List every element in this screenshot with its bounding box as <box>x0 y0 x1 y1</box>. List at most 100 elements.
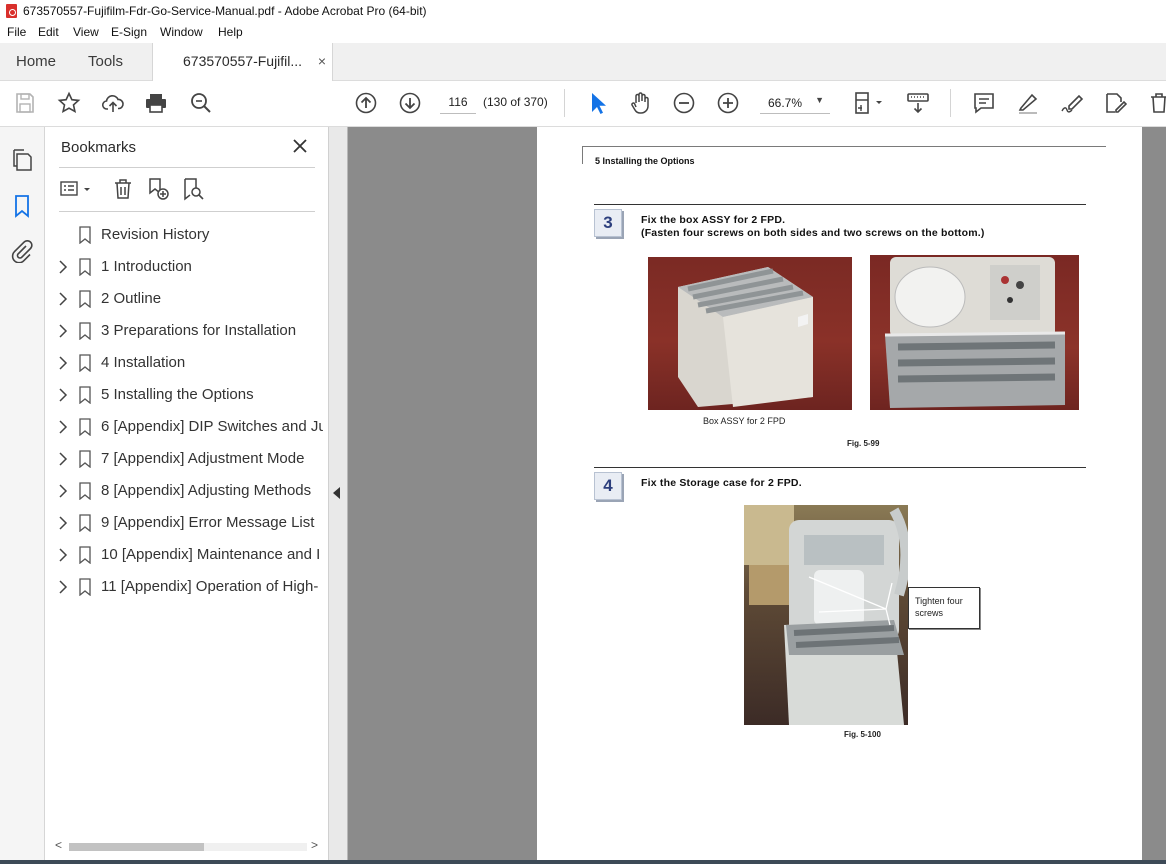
figure-label-5-100: Fig. 5-100 <box>844 730 881 739</box>
attachments-icon[interactable] <box>10 239 34 264</box>
step-3-title: Fix the box ASSY for 2 FPD. <box>641 214 786 226</box>
storage-case-photo <box>744 505 908 725</box>
bookmark-item[interactable]: 9 [Appendix] Error Message List <box>45 508 328 538</box>
step-rule <box>594 467 1086 468</box>
chevron-right-icon[interactable] <box>57 452 69 466</box>
bookmark-item[interactable]: 4 Installation <box>45 348 328 378</box>
scroll-right-icon[interactable]: > <box>311 838 318 852</box>
chevron-right-icon[interactable] <box>57 356 69 370</box>
bookmark-icon <box>78 450 92 469</box>
bookmark-item[interactable]: 10 [Appendix] Maintenance and I <box>45 540 328 570</box>
chevron-right-icon[interactable] <box>57 580 69 594</box>
menu-help[interactable]: Help <box>218 25 243 39</box>
bookmark-icon <box>78 546 92 565</box>
navigation-rail <box>0 127 45 864</box>
bookmark-icon <box>78 322 92 341</box>
step-3-subtitle: (Fasten four screws on both sides and tw… <box>641 227 985 239</box>
chevron-right-icon[interactable] <box>57 260 69 274</box>
bookmark-item[interactable]: 5 Installing the Options <box>45 380 328 410</box>
chevron-right-icon[interactable] <box>57 292 69 306</box>
bookmark-label: 4 Installation <box>101 354 186 371</box>
bookmark-icon <box>78 354 92 373</box>
select-cursor-icon[interactable] <box>585 90 611 116</box>
toolbar-divider <box>564 89 565 117</box>
zoom-out-icon[interactable] <box>671 90 697 116</box>
comment-icon[interactable] <box>971 90 997 116</box>
scrolling-mode-icon[interactable] <box>905 90 931 116</box>
print-icon[interactable] <box>143 90 169 116</box>
bookmark-label: 5 Installing the Options <box>101 386 254 403</box>
highlight-pen-icon[interactable] <box>1015 90 1041 116</box>
bookmark-item[interactable]: 2 Outline <box>45 284 328 314</box>
zoom-value: 66.7% <box>768 96 803 110</box>
step-4-badge: 4 <box>594 472 622 500</box>
header-rule-left <box>582 146 583 164</box>
open-case-photo <box>870 255 1079 410</box>
bookmark-item[interactable]: 3 Preparations for Installation <box>45 316 328 346</box>
menu-edit[interactable]: Edit <box>38 25 59 39</box>
page-thumbnails-icon[interactable] <box>10 148 34 172</box>
star-icon[interactable] <box>56 90 82 116</box>
bookmark-item[interactable]: 11 [Appendix] Operation of High- <box>45 572 328 602</box>
panel-divider <box>59 167 315 168</box>
bookmarks-panel-icon[interactable] <box>10 194 34 218</box>
menu-esign[interactable]: E-Sign <box>111 25 147 39</box>
chevron-right-icon[interactable] <box>57 484 69 498</box>
bookmark-icon <box>78 386 92 405</box>
tab-close-icon[interactable]: × <box>318 43 326 80</box>
chevron-right-icon[interactable] <box>57 324 69 338</box>
next-page-icon[interactable] <box>397 90 423 116</box>
bookmarks-panel-title: Bookmarks <box>61 139 137 156</box>
tab-bar: Home Tools 673570557-Fujifil... × <box>0 43 1166 81</box>
bookmark-item[interactable]: Revision History <box>45 220 328 250</box>
zoom-in-icon[interactable] <box>715 90 741 116</box>
tab-home[interactable]: Home <box>16 43 56 80</box>
box-assy-caption: Box ASSY for 2 FPD <box>703 416 786 426</box>
menu-window[interactable]: Window <box>160 25 203 39</box>
hand-tool-icon[interactable] <box>627 90 653 116</box>
taskbar-edge <box>0 860 1166 864</box>
bookmark-item[interactable]: 6 [Appendix] DIP Switches and Ju <box>45 412 328 442</box>
bookmarks-panel: Bookmarks Revision History 1 Introductio… <box>45 127 329 864</box>
page-fit-icon[interactable] <box>850 90 886 116</box>
bookmark-options-icon[interactable] <box>59 177 97 201</box>
chevron-right-icon[interactable] <box>57 516 69 530</box>
search-icon[interactable] <box>188 90 214 116</box>
callout-line1: Tighten four <box>915 596 963 606</box>
page-number-input[interactable]: 116 <box>440 91 476 114</box>
horizontal-scrollbar[interactable]: < > <box>55 837 321 857</box>
delete-icon[interactable] <box>1146 90 1166 116</box>
scroll-thumb[interactable] <box>69 843 204 851</box>
bookmark-item[interactable]: 1 Introduction <box>45 252 328 282</box>
main-toolbar: 116 (130 of 370) 66.7% ▼ <box>0 81 1166 127</box>
bookmark-search-icon[interactable] <box>181 177 205 201</box>
bookmark-item[interactable]: 8 [Appendix] Adjusting Methods <box>45 476 328 506</box>
bookmark-item[interactable]: 7 [Appendix] Adjustment Mode <box>45 444 328 474</box>
previous-page-icon[interactable] <box>353 90 379 116</box>
chevron-right-icon[interactable] <box>57 548 69 562</box>
bookmark-icon <box>78 482 92 501</box>
close-panel-icon[interactable] <box>289 135 311 157</box>
delete-bookmark-icon[interactable] <box>111 177 135 201</box>
bookmark-label: 1 Introduction <box>101 258 192 275</box>
menu-view[interactable]: View <box>73 25 99 39</box>
tab-document[interactable]: 673570557-Fujifil... × <box>152 43 333 81</box>
chevron-right-icon[interactable] <box>57 420 69 434</box>
upload-cloud-icon[interactable] <box>100 90 126 116</box>
scroll-left-icon[interactable]: < <box>55 838 62 852</box>
draw-sign-icon[interactable] <box>1059 90 1085 116</box>
new-bookmark-icon[interactable] <box>146 177 170 201</box>
collapse-panel-icon[interactable] <box>333 487 340 499</box>
menu-file[interactable]: File <box>7 25 26 39</box>
edit-pdf-icon[interactable] <box>1102 90 1128 116</box>
save-icon[interactable] <box>12 90 38 116</box>
callout-line2: screws <box>915 608 944 618</box>
bookmark-label: 8 [Appendix] Adjusting Methods <box>101 482 312 499</box>
chevron-right-icon[interactable] <box>57 388 69 402</box>
bookmark-icon <box>78 514 92 533</box>
toolbar-divider <box>950 89 951 117</box>
pdf-page: 5 Installing the Options 3 Fix the box A… <box>537 127 1142 864</box>
panel-divider <box>59 211 315 212</box>
zoom-select[interactable]: 66.7% ▼ <box>760 91 830 114</box>
tab-tools[interactable]: Tools <box>88 43 123 80</box>
